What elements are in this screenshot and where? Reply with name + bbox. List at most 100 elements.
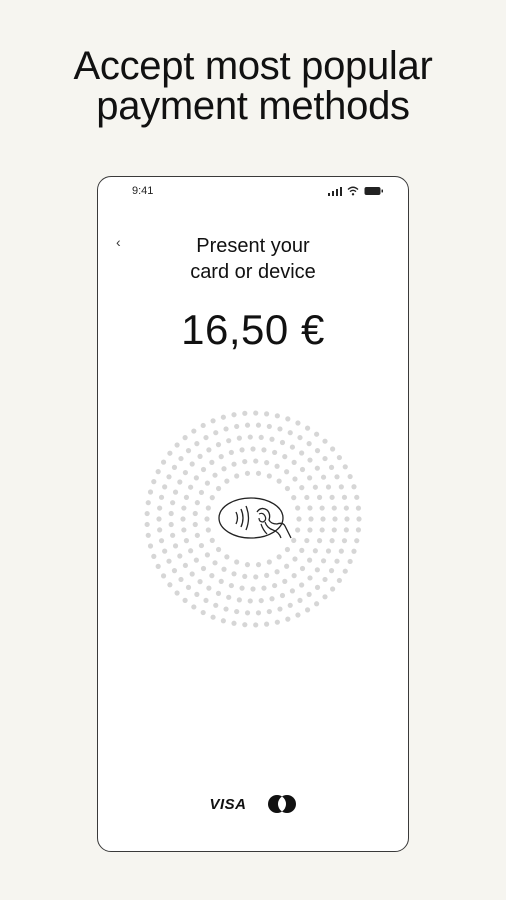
ring-dot bbox=[223, 426, 229, 432]
ring-dot bbox=[220, 414, 226, 420]
ring-dot bbox=[181, 527, 187, 533]
ring-dot bbox=[266, 608, 272, 615]
ring-dot bbox=[276, 554, 282, 560]
ring-dot bbox=[331, 505, 337, 511]
ring-dot bbox=[182, 435, 188, 441]
ring-dot bbox=[319, 505, 325, 511]
ring-dot bbox=[204, 552, 211, 558]
ring-dot bbox=[253, 574, 259, 580]
ring-dot bbox=[145, 532, 151, 538]
ring-dot bbox=[205, 505, 211, 511]
ring-dot bbox=[198, 489, 205, 496]
contactless-reader-area bbox=[135, 401, 371, 637]
ring-dot bbox=[155, 469, 161, 475]
ring-dot bbox=[177, 553, 183, 559]
ring-dot bbox=[166, 558, 172, 564]
ring-dot bbox=[205, 527, 211, 533]
ring-dot bbox=[355, 527, 362, 533]
ring-dot bbox=[167, 450, 173, 456]
ring-dot bbox=[203, 597, 209, 604]
ring-dot bbox=[255, 470, 262, 476]
ring-dot bbox=[341, 538, 348, 544]
ring-dot bbox=[329, 538, 335, 544]
ring-dot bbox=[215, 485, 222, 492]
ring-dot bbox=[295, 527, 301, 533]
ring-dot bbox=[183, 494, 190, 500]
ring-dot bbox=[191, 428, 197, 434]
ring-dot bbox=[170, 532, 176, 538]
ring-dot bbox=[328, 568, 335, 574]
ring-dot bbox=[194, 591, 200, 597]
ring-dot bbox=[264, 621, 270, 627]
ring-dot bbox=[307, 527, 313, 533]
payment-prompt: Present your card or device bbox=[98, 233, 408, 285]
ring-dot bbox=[320, 516, 326, 522]
ring-dot bbox=[307, 505, 313, 511]
ring-dot bbox=[292, 476, 298, 482]
ring-dot bbox=[264, 411, 270, 417]
ring-dot bbox=[253, 410, 259, 416]
ring-dot bbox=[284, 546, 291, 553]
ring-dot bbox=[158, 538, 165, 544]
ring-dot bbox=[157, 505, 163, 511]
ring-dot bbox=[269, 436, 275, 442]
ring-dot bbox=[239, 585, 245, 591]
ring-dot bbox=[192, 510, 198, 517]
ring-dot bbox=[250, 586, 256, 592]
ring-dot bbox=[343, 527, 349, 533]
ring-dot bbox=[304, 607, 311, 613]
ring-dot bbox=[200, 565, 207, 572]
ring-dot bbox=[236, 597, 242, 603]
accepted-card-brands: VISA bbox=[98, 793, 408, 815]
ring-dot bbox=[213, 430, 219, 436]
ring-dot bbox=[231, 571, 237, 577]
status-bar: 9:41 bbox=[98, 177, 408, 205]
ring-dot bbox=[354, 494, 360, 500]
ring-dot bbox=[276, 478, 282, 484]
ring-dot bbox=[289, 588, 296, 594]
contactless-tap-icon bbox=[218, 497, 292, 539]
ring-dot bbox=[296, 516, 302, 522]
ring-dot bbox=[231, 412, 237, 418]
ring-dot bbox=[255, 610, 262, 616]
ring-dot bbox=[356, 516, 362, 522]
ring-dot bbox=[189, 461, 195, 467]
ring-dot bbox=[299, 547, 305, 553]
ring-dot bbox=[239, 447, 245, 453]
ring-dot bbox=[231, 461, 237, 467]
ring-dot bbox=[224, 478, 230, 484]
ring-dot bbox=[242, 573, 248, 580]
ring-dot bbox=[287, 602, 293, 608]
ring-dot bbox=[314, 448, 321, 454]
ring-dot bbox=[342, 464, 348, 470]
ring-dot bbox=[197, 579, 203, 585]
ring-dot bbox=[215, 590, 222, 596]
ring-dot bbox=[234, 608, 240, 615]
ring-dot bbox=[194, 532, 200, 538]
ring-dot bbox=[215, 442, 222, 448]
ring-dot bbox=[197, 453, 203, 459]
mastercard-icon bbox=[267, 795, 296, 813]
ring-dot bbox=[209, 459, 215, 465]
ring-dot bbox=[145, 500, 151, 506]
ring-dot bbox=[223, 606, 229, 612]
ring-dot bbox=[343, 505, 349, 511]
ring-dot bbox=[329, 494, 335, 500]
ring-dot bbox=[244, 422, 251, 428]
ring-dot bbox=[182, 597, 188, 603]
ring-dot bbox=[244, 562, 251, 568]
ring-dot bbox=[244, 610, 251, 616]
ring-dot bbox=[266, 559, 272, 565]
ring-dot bbox=[322, 594, 328, 600]
ring-dot bbox=[215, 546, 222, 553]
ring-dot bbox=[218, 454, 224, 460]
ring-dot bbox=[269, 596, 275, 602]
ring-dot bbox=[292, 556, 298, 562]
ring-dot bbox=[284, 469, 290, 475]
ring-dot bbox=[166, 474, 172, 480]
ring-dot bbox=[325, 548, 332, 554]
ring-dot bbox=[320, 474, 327, 480]
ring-dot bbox=[351, 484, 357, 490]
ring-dot bbox=[147, 543, 154, 549]
ring-dot bbox=[253, 622, 259, 628]
